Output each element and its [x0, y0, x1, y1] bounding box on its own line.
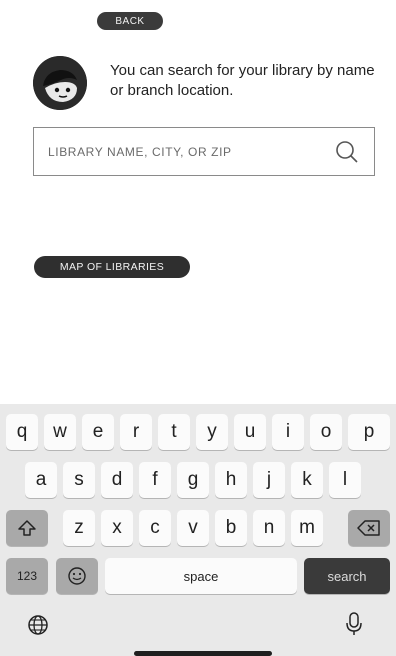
key-n[interactable]: n [253, 510, 285, 546]
home-indicator [134, 651, 272, 656]
key-u[interactable]: u [234, 414, 266, 450]
emoji-icon [68, 567, 86, 585]
intro-text: You can search for your library by name … [110, 62, 375, 99]
back-button[interactable]: BACK [97, 12, 163, 30]
delete-key[interactable] [348, 510, 390, 546]
key-a[interactable]: a [25, 462, 57, 498]
key-y[interactable]: y [196, 414, 228, 450]
key-h[interactable]: h [215, 462, 247, 498]
key-o[interactable]: o [310, 414, 342, 450]
key-p[interactable]: p [348, 414, 390, 450]
key-k[interactable]: k [291, 462, 323, 498]
key-q[interactable]: q [6, 414, 38, 450]
key-r[interactable]: r [120, 414, 152, 450]
key-w[interactable]: w [44, 414, 76, 450]
search-input[interactable] [48, 142, 318, 162]
key-f[interactable]: f [139, 462, 171, 498]
globe-icon[interactable] [26, 613, 50, 637]
mascot-icon [33, 56, 87, 110]
key-j[interactable]: j [253, 462, 285, 498]
key-d[interactable]: d [101, 462, 133, 498]
key-t[interactable]: t [158, 414, 190, 450]
search-field[interactable] [33, 127, 375, 176]
numbers-key[interactable]: 123 [6, 558, 48, 594]
key-z[interactable]: z [63, 510, 95, 546]
microphone-icon[interactable] [344, 611, 364, 637]
key-g[interactable]: g [177, 462, 209, 498]
emoji-key[interactable] [56, 558, 98, 594]
space-key[interactable]: space [105, 558, 297, 594]
shift-key[interactable] [6, 510, 48, 546]
key-b[interactable]: b [215, 510, 247, 546]
search-key[interactable]: search [304, 558, 390, 594]
key-x[interactable]: x [101, 510, 133, 546]
key-i[interactable]: i [272, 414, 304, 450]
key-m[interactable]: m [291, 510, 323, 546]
delete-icon [357, 520, 380, 536]
search-icon[interactable] [334, 139, 360, 165]
key-e[interactable]: e [82, 414, 114, 450]
avatar [33, 56, 87, 110]
key-c[interactable]: c [139, 510, 171, 546]
keyboard: q w e r t y u i o p a s d f g h j k l z … [0, 404, 396, 656]
key-s[interactable]: s [63, 462, 95, 498]
key-v[interactable]: v [177, 510, 209, 546]
shift-icon [18, 520, 36, 536]
key-l[interactable]: l [329, 462, 361, 498]
map-of-libraries-button[interactable]: MAP OF LIBRARIES [34, 256, 190, 278]
